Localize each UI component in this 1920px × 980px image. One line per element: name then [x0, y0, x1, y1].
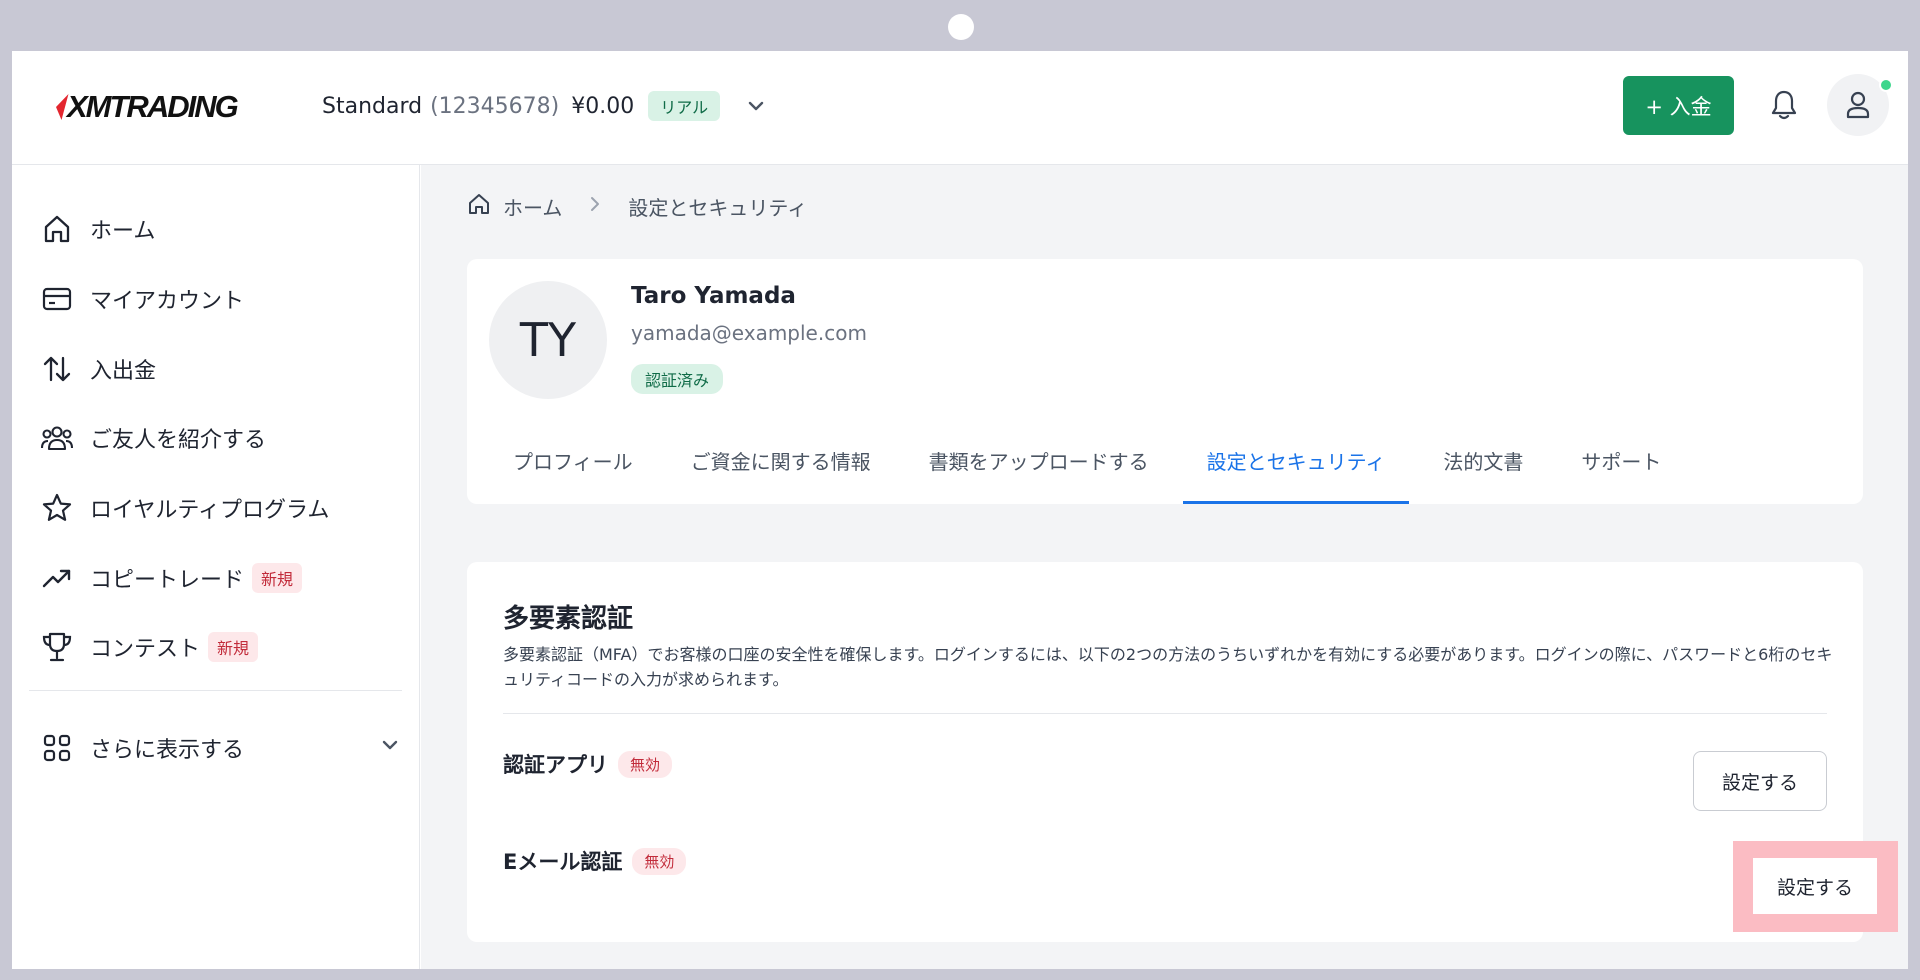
sidebar-item-my-account[interactable]: マイアカウント [40, 274, 244, 324]
authenticator-app-label: 認証アプリ [503, 753, 608, 777]
avatar: TY [489, 281, 607, 399]
setup-email-auth-button[interactable]: 設定する [1753, 858, 1877, 914]
sidebar-item-label: コンテスト [90, 637, 201, 662]
setup-authenticator-app-button[interactable]: 設定する [1693, 751, 1827, 811]
account-selector[interactable]: Standard (12345678) ¥0.00 リアル [322, 89, 766, 123]
transfer-arrows-icon [40, 352, 74, 386]
show-more-label: さらに表示する [90, 738, 245, 763]
sidebar-item-deposit-withdraw[interactable]: 入出金 [40, 344, 156, 394]
device-camera [948, 14, 974, 40]
tab-profile[interactable]: プロフィール [489, 419, 657, 504]
account-mode-badge: リアル [648, 91, 721, 121]
sidebar-item-contest[interactable]: コンテスト 新規 [40, 622, 259, 672]
breadcrumb-home[interactable]: ホーム [503, 192, 562, 221]
sidebar: ホーム マイアカウント 入出金 ご友人を紹介する ロイヤルティプログラム コピー… [12, 165, 420, 969]
deposit-button[interactable]: + 入金 [1623, 76, 1734, 135]
status-badge: 無効 [618, 750, 673, 778]
status-badge: 認証済み [631, 364, 724, 394]
user-menu-button[interactable] [1827, 74, 1893, 136]
tab-settings-security[interactable]: 設定とセキュリティ [1182, 419, 1410, 504]
user-icon [1846, 91, 1870, 119]
home-icon [40, 212, 74, 246]
sidebar-item-label: 入出金 [90, 359, 157, 384]
deposit-button-label: + 入金 [1645, 94, 1712, 119]
chevron-down-icon[interactable] [746, 96, 766, 116]
account-balance: ¥0.00 [571, 93, 635, 119]
sidebar-item-label: コピートレード [90, 568, 245, 593]
sidebar-item-copy-trade[interactable]: コピートレード 新規 [40, 553, 303, 603]
tab-support[interactable]: サポート [1557, 419, 1685, 504]
tab-funds-info[interactable]: ご資金に関する情報 [667, 419, 895, 504]
main-content: ホーム 設定とセキュリティ TY Taro Yamada yamada@exam… [421, 165, 1908, 969]
chevron-down-icon [380, 735, 400, 761]
xm-logo[interactable]: XMTRADING [52, 87, 239, 127]
card-icon [40, 282, 74, 316]
online-status-dot [1879, 78, 1893, 92]
sidebar-item-loyalty[interactable]: ロイヤルティプログラム [40, 483, 329, 533]
status-badge: 無効 [632, 847, 687, 875]
account-number: (12345678) [430, 93, 560, 119]
new-badge: 新規 [208, 632, 259, 662]
profile-email: yamada@example.com [631, 321, 867, 345]
sidebar-item-label: マイアカウント [90, 289, 245, 314]
account-type: Standard [322, 93, 423, 119]
setup-button-label: 設定する [1776, 876, 1853, 899]
sidebar-item-refer-friend[interactable]: ご友人を紹介する [40, 413, 266, 463]
setup-button-label: 設定する [1721, 771, 1798, 794]
trend-up-icon [40, 561, 74, 595]
mfa-description: 多要素認証（MFA）でお客様の口座の安全性を確保します。ログインするには、以下の… [503, 645, 1833, 689]
app-window: XMTRADING Standard (12345678) ¥0.00 リアル … [12, 51, 1908, 969]
show-more-button[interactable]: さらに表示する [40, 723, 400, 773]
email-auth-row: Eメール認証 無効 [503, 846, 687, 876]
sidebar-item-home[interactable]: ホーム [40, 204, 155, 254]
sidebar-divider [29, 690, 402, 691]
home-icon[interactable] [467, 192, 491, 221]
mfa-title: 多要素認証 [503, 604, 634, 634]
sidebar-item-label: ホーム [90, 219, 156, 244]
profile-card: TY Taro Yamada yamada@example.com 認証済み プ… [467, 259, 1863, 504]
mfa-card: 多要素認証 多要素認証（MFA）でお客様の口座の安全性を確保します。ログインする… [467, 562, 1898, 942]
sidebar-item-label: ご友人を紹介する [90, 428, 267, 453]
chevron-right-icon [588, 194, 602, 218]
email-auth-label: Eメール認証 [503, 850, 623, 874]
profile-name: Taro Yamada [631, 283, 796, 309]
people-icon [40, 421, 74, 455]
trophy-icon [40, 630, 74, 664]
tab-legal-documents[interactable]: 法的文書 [1419, 419, 1547, 504]
top-bar: XMTRADING Standard (12345678) ¥0.00 リアル … [12, 51, 1908, 165]
bell-icon[interactable] [1766, 87, 1802, 123]
logo-text: XMTRADING [67, 89, 239, 124]
tab-upload-documents[interactable]: 書類をアップロードする [905, 419, 1173, 504]
grid-icon [40, 731, 74, 765]
profile-tabs: プロフィール ご資金に関する情報 書類をアップロードする 設定とセキュリティ 法… [489, 419, 1695, 504]
sidebar-item-label: ロイヤルティプログラム [90, 498, 330, 523]
breadcrumb: ホーム 設定とセキュリティ [467, 191, 807, 221]
breadcrumb-current: 設定とセキュリティ [628, 195, 808, 220]
new-badge: 新規 [252, 563, 303, 593]
mfa-divider [503, 713, 1827, 714]
highlight-box: 設定する [1733, 841, 1898, 932]
authenticator-app-row: 認証アプリ 無効 [503, 749, 673, 779]
star-icon [40, 491, 74, 525]
